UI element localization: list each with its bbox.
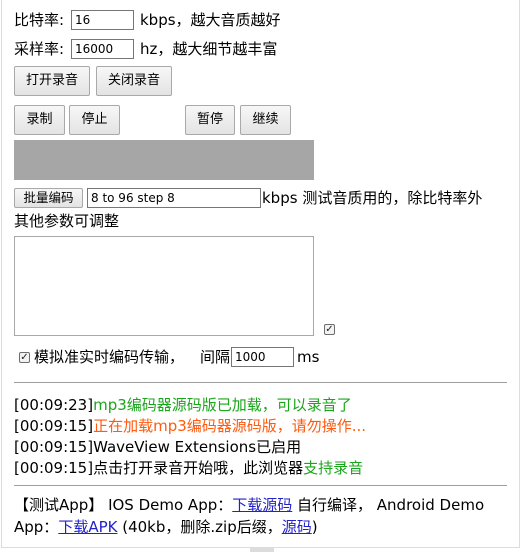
bitrate-hint: kbps，越大音质越好	[140, 11, 281, 29]
interval-label: 间隔	[200, 348, 231, 366]
log-time: [00:09:15]	[14, 459, 94, 477]
log-line: [00:09:15]点击打开录音开始哦，此浏览器支持录音	[14, 458, 363, 479]
realtime-label: 模拟准实时编码传输，	[34, 348, 185, 366]
samplerate-hint: hz，越大细节越丰富	[140, 40, 278, 58]
audio-list-box[interactable]	[14, 236, 314, 336]
download-apk-link[interactable]: 下载APK	[58, 518, 117, 536]
record-button[interactable]: 录制	[14, 105, 65, 135]
stop-button[interactable]: 停止	[69, 105, 120, 135]
interval-input[interactable]: 1000	[231, 347, 294, 367]
samplerate-input[interactable]: 16000	[71, 39, 134, 59]
log-time: [00:09:15]	[14, 438, 94, 456]
log-line: [00:09:15]正在加载mp3编码器源码版，请勿操作...	[14, 416, 366, 437]
log-message: 正在加载mp3编码器源码版，请勿操作...	[93, 417, 367, 435]
bitrate-label: 比特率:	[14, 11, 65, 29]
close-recorder-button[interactable]: 关闭录音	[96, 66, 172, 96]
scroll-hint	[250, 548, 274, 552]
divider-bottom	[14, 485, 507, 486]
log-time: [00:09:15]	[14, 417, 94, 435]
log-message: WaveView Extensions已启用	[93, 438, 302, 456]
bitrate-input[interactable]: 16	[71, 10, 134, 30]
log-message-highlight: 支持录音	[303, 459, 364, 477]
footer-text-1: 【测试App】 IOS Demo App：	[14, 496, 233, 514]
samplerate-label: 采样率:	[14, 40, 65, 58]
download-source-link[interactable]: 下载源码	[232, 496, 292, 514]
footer-info: 【测试App】 IOS Demo App：下载源码 自行编译， Android …	[14, 494, 509, 538]
waveform-view	[14, 140, 314, 180]
resume-button[interactable]: 继续	[240, 105, 291, 135]
batch-encode-button[interactable]: 批量编码	[14, 188, 83, 208]
log-message: mp3编码器源码版已加载，可以录音了	[93, 396, 352, 414]
realtime-checkbox[interactable]: ✓	[19, 352, 30, 363]
pause-button[interactable]: 暂停	[185, 105, 235, 135]
open-recorder-button[interactable]: 打开录音	[14, 66, 90, 96]
log-message: 点击打开录音开始哦，此浏览器	[93, 459, 304, 477]
batch-description: kbps 测试音质用的，除比特率外	[262, 189, 483, 207]
source-link[interactable]: 源码	[282, 518, 312, 536]
batch-description-cont: 其他参数可调整	[14, 212, 120, 230]
batch-range-input[interactable]: 8 to 96 step 8	[87, 188, 261, 208]
log-line: [00:09:23]mp3编码器源码版已加载，可以录音了	[14, 395, 352, 416]
log-line: [00:09:15]WaveView Extensions已启用	[14, 437, 301, 458]
footer-text-4: )	[311, 518, 318, 536]
divider-top	[14, 382, 507, 383]
auto-play-checkbox[interactable]: ✓	[324, 324, 335, 335]
footer-text-3: (40kb，删除.zip后缀，	[117, 518, 282, 536]
log-time: [00:09:23]	[14, 396, 94, 414]
interval-unit: ms	[297, 348, 320, 366]
